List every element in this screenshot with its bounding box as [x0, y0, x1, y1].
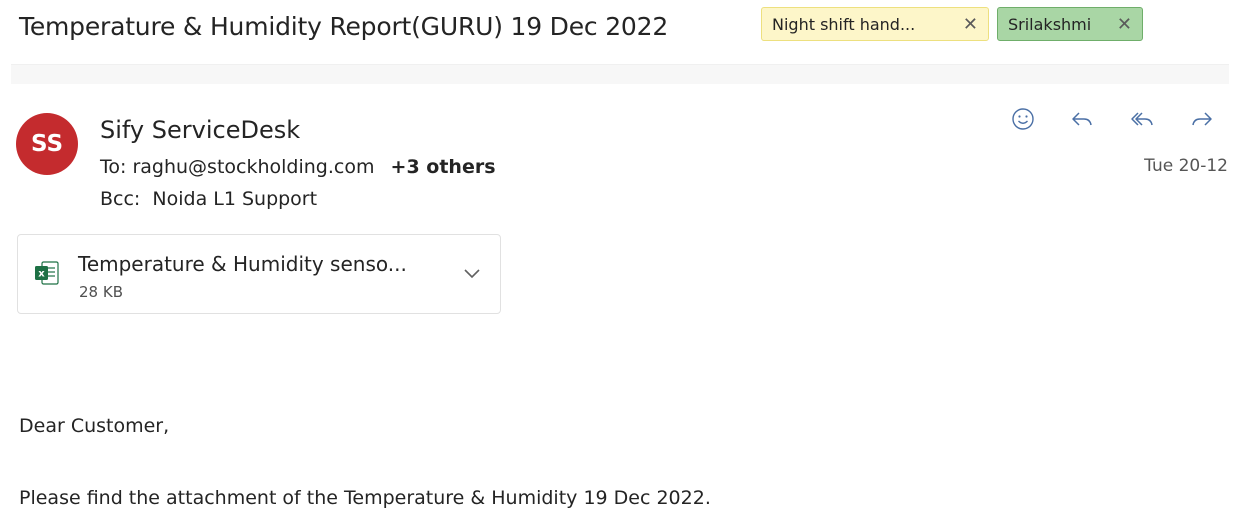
category-tag-srilakshmi[interactable]: Srilakshmi ✕ — [997, 7, 1143, 41]
chevron-down-icon[interactable] — [461, 263, 483, 283]
bcc-recipient[interactable]: Noida L1 Support — [152, 188, 317, 210]
excel-file-icon: x — [35, 261, 59, 285]
bcc-line: Bcc: Noida L1 Support — [100, 188, 317, 210]
reply-all-icon[interactable] — [1129, 106, 1155, 132]
to-others-link[interactable]: +3 others — [391, 156, 496, 178]
attachment-name[interactable]: Temperature & Humidity senso... — [78, 252, 407, 276]
body-line: Please find the attachment of the Temper… — [19, 487, 711, 509]
category-tag-label: Night shift hand... — [772, 14, 916, 34]
category-tag-label: Srilakshmi — [1008, 14, 1092, 34]
forward-icon[interactable] — [1189, 106, 1215, 132]
attachment-size: 28 KB — [79, 283, 123, 301]
bcc-label: Bcc: — [100, 188, 141, 210]
sender-name[interactable]: Sify ServiceDesk — [100, 116, 300, 144]
svg-text:x: x — [38, 269, 45, 280]
header-separator — [11, 64, 1229, 84]
to-line: To: raghu@stockholding.com +3 others — [100, 156, 496, 178]
email-subject: Temperature & Humidity Report(GURU) 19 D… — [19, 12, 669, 41]
to-address[interactable]: raghu@stockholding.com — [132, 156, 374, 178]
sender-avatar[interactable]: SS — [16, 113, 78, 175]
category-tag-night-shift[interactable]: Night shift hand... ✕ — [761, 7, 989, 41]
body-greeting: Dear Customer, — [19, 415, 170, 437]
close-icon[interactable]: ✕ — [963, 14, 978, 35]
smiley-icon[interactable] — [1010, 106, 1036, 132]
email-date: Tue 20-12 — [1144, 156, 1228, 176]
close-icon[interactable]: ✕ — [1117, 14, 1132, 35]
to-label: To: — [100, 156, 127, 178]
reply-icon[interactable] — [1069, 106, 1095, 132]
avatar-initials: SS — [30, 131, 64, 157]
